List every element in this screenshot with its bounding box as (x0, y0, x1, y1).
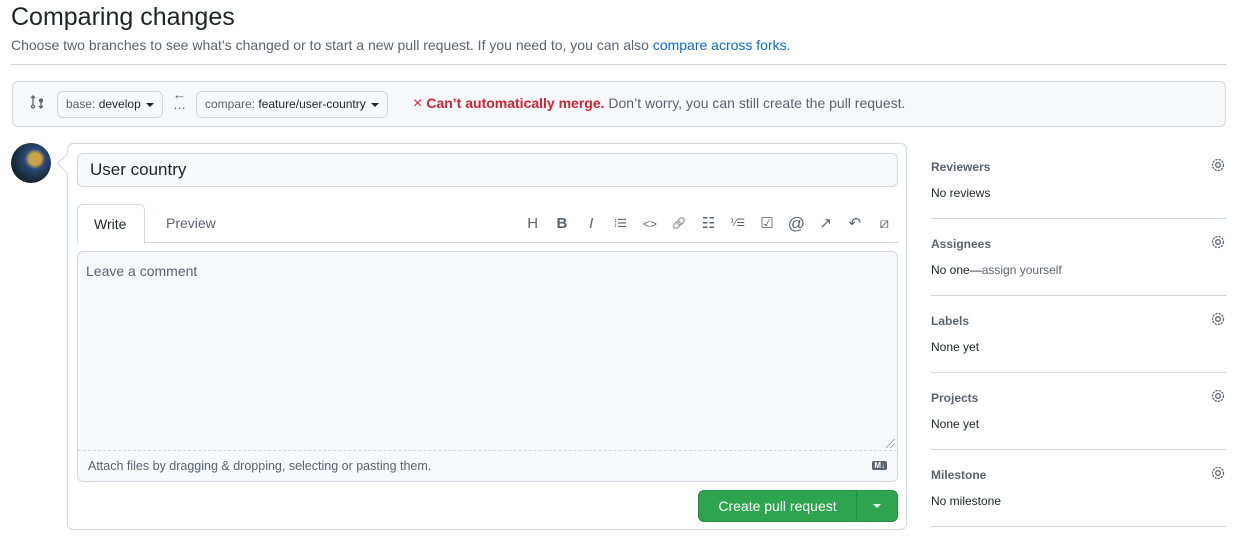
mention-icon[interactable]: @ (782, 214, 811, 234)
heading-icon[interactable]: H (518, 214, 547, 234)
gear-icon[interactable] (1210, 311, 1226, 327)
section-title: Assignees (931, 237, 992, 251)
compare-value: feature/user-country (258, 97, 366, 111)
code-icon[interactable]: <> (635, 214, 664, 234)
create-pull-request-button[interactable]: Create pull request (699, 491, 857, 521)
gear-icon[interactable] (1210, 234, 1226, 250)
reply-icon[interactable]: ↶ (840, 214, 869, 234)
gear-icon[interactable] (1210, 465, 1226, 481)
pull-request-form: Write Preview H B I ⁞☰ <> 🔗 ☷ ⅟☰ ☑ @ ↗ ↶… (67, 143, 907, 530)
x-icon: × (413, 95, 423, 112)
link-icon[interactable]: 🔗 (664, 214, 693, 234)
slash-commands-icon[interactable]: ⧄ (870, 214, 899, 234)
task-list-icon[interactable]: ☑ (752, 214, 781, 234)
merge-status-text: Don’t worry, you can still create the pu… (604, 95, 906, 111)
markdown-toolbar: H B I ⁞☰ <> 🔗 ☷ ⅟☰ ☑ @ ↗ ↶ ⧄ (518, 214, 899, 234)
compare-across-forks-link[interactable]: compare across forks. (653, 37, 791, 53)
quote-icon[interactable]: ⁞☰ (606, 214, 635, 234)
base-value: develop (98, 97, 141, 111)
merge-status-title: Can’t automatically merge. (426, 95, 605, 111)
section-value: No one—assign yourself (931, 263, 1062, 277)
section-value: No milestone (931, 494, 1002, 508)
caret-down-icon (145, 102, 154, 107)
gear-icon[interactable] (1210, 157, 1226, 173)
page-title: Comparing changes (11, 3, 235, 31)
gear-icon[interactable] (1210, 388, 1226, 404)
attach-files-hint[interactable]: Attach files by dragging & dropping, sel… (88, 459, 431, 473)
sidebar-projects: Projects None yet (931, 373, 1226, 450)
unordered-list-icon[interactable]: ☷ (694, 214, 723, 234)
cross-reference-icon[interactable]: ↗ (811, 214, 840, 234)
caret-down-icon (873, 504, 881, 508)
comment-placeholder: Leave a comment (86, 263, 198, 279)
section-title: Labels (931, 314, 970, 328)
section-value: No reviews (931, 186, 991, 200)
divider (11, 64, 1226, 65)
sidebar-reviewers: Reviewers No reviews (931, 142, 1226, 219)
divider (78, 450, 897, 451)
sidebar-milestone: Milestone No milestone (931, 450, 1226, 527)
sidebar-labels: Labels None yet (931, 296, 1226, 373)
markdown-icon[interactable]: M↓ (872, 461, 887, 470)
italic-icon[interactable]: I (577, 214, 606, 234)
sidebar-assignees: Assignees No one—assign yourself (931, 219, 1226, 296)
base-label: base: (66, 97, 96, 111)
resize-handle[interactable] (886, 439, 895, 448)
section-value: None yet (931, 340, 980, 354)
compare-icon (30, 95, 44, 109)
compare-label: compare: (205, 97, 256, 111)
base-branch-select[interactable]: base: develop (57, 91, 163, 118)
arrow-left-icon: ←… (173, 87, 186, 112)
assign-yourself-link[interactable]: assign yourself (982, 263, 1062, 277)
section-title: Milestone (931, 468, 987, 482)
tab-preview[interactable]: Preview (150, 204, 232, 244)
title-input[interactable] (77, 153, 898, 187)
bold-icon[interactable]: B (547, 214, 576, 234)
branch-range-editor: base: develop ←… compare: feature/user-c… (12, 81, 1226, 127)
caret-down-icon (370, 102, 379, 107)
subtitle-text: Choose two branches to see what’s change… (11, 37, 653, 53)
assignees-value: No one— (931, 263, 982, 277)
tab-write[interactable]: Write (77, 204, 145, 244)
section-title: Reviewers (931, 160, 991, 174)
create-pull-request-group: Create pull request (698, 490, 898, 522)
avatar[interactable] (11, 143, 51, 183)
comment-textarea[interactable]: Leave a comment Attach files by dragging… (77, 251, 898, 482)
merge-status: × Can’t automatically merge. Don’t worry,… (413, 95, 905, 113)
ordered-list-icon[interactable]: ⅟☰ (723, 214, 752, 234)
page-subtitle: Choose two branches to see what’s change… (11, 37, 791, 53)
compare-branch-select[interactable]: compare: feature/user-country (196, 91, 388, 118)
section-title: Projects (931, 391, 979, 405)
create-options-dropdown[interactable] (857, 491, 897, 521)
section-value: None yet (931, 417, 980, 431)
